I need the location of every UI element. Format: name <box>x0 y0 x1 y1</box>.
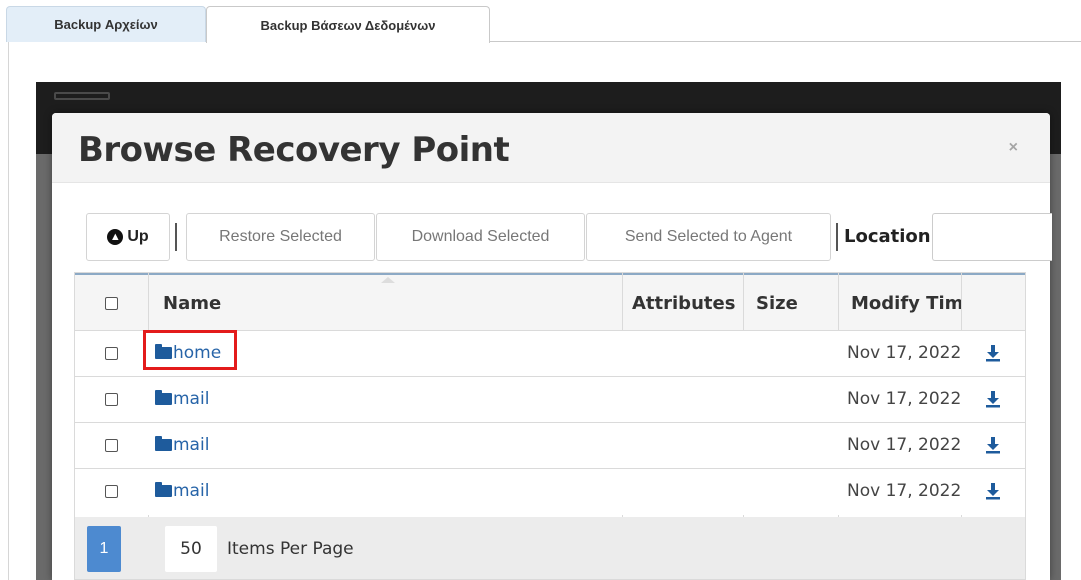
sort-arrow-icon[interactable] <box>381 277 395 283</box>
up-button-label: Up <box>127 228 149 245</box>
folder-link[interactable]: mail <box>155 481 209 501</box>
modify-time: Nov 17, 2022 <box>847 389 961 409</box>
column-header-name[interactable]: Name <box>163 293 221 314</box>
select-all-checkbox[interactable] <box>105 297 118 310</box>
page-button-current[interactable]: 1 <box>87 526 121 572</box>
column-header-attributes[interactable]: Attributes <box>632 293 735 314</box>
row-checkbox[interactable] <box>105 393 118 406</box>
folder-name: mail <box>173 481 210 501</box>
folder-name: mail <box>173 389 210 409</box>
modify-time: Nov 17, 2022 <box>847 343 961 363</box>
send-selected-to-agent-button[interactable]: Send Selected to Agent <box>586 213 831 261</box>
folder-icon <box>155 436 172 451</box>
close-icon[interactable]: × <box>1009 139 1018 157</box>
highlight-box <box>143 330 237 370</box>
toolbar-separator <box>836 223 838 251</box>
table-row[interactable]: mail Nov 17, 2022 <box>75 423 1025 469</box>
location-label: Location <box>844 226 931 247</box>
folder-icon <box>155 482 172 497</box>
download-selected-button[interactable]: Download Selected <box>376 213 585 261</box>
table-row[interactable]: mail Nov 17, 2022 <box>75 469 1025 515</box>
row-checkbox[interactable] <box>105 347 118 360</box>
pager: 1 50 Items Per Page <box>75 517 1025 579</box>
items-per-page-label: Items Per Page <box>227 539 354 559</box>
modify-time: Nov 17, 2022 <box>847 481 961 501</box>
row-checkbox[interactable] <box>105 485 118 498</box>
location-input[interactable] <box>932 213 1052 261</box>
items-per-page-select[interactable]: 50 <box>165 526 217 572</box>
menu-icon <box>54 92 110 100</box>
download-icon[interactable] <box>985 344 1001 362</box>
download-icon[interactable] <box>985 482 1001 500</box>
tab-file-backup[interactable]: Backup Αρχείων <box>6 6 206 42</box>
modal-title: Browse Recovery Point <box>78 130 510 170</box>
row-checkbox[interactable] <box>105 439 118 452</box>
folder-link[interactable]: mail <box>155 389 209 409</box>
modal-header: Browse Recovery Point × <box>52 113 1050 183</box>
toolbar-separator <box>175 223 177 251</box>
table-row[interactable]: mail Nov 17, 2022 <box>75 377 1025 423</box>
column-header-size[interactable]: Size <box>756 293 798 314</box>
panel-border <box>8 42 9 580</box>
download-icon[interactable] <box>985 390 1001 408</box>
restore-selected-button[interactable]: Restore Selected <box>186 213 375 261</box>
modify-time: Nov 17, 2022 <box>847 435 961 455</box>
grid-header: Name Attributes Size Modify Tim <box>75 273 1025 331</box>
file-grid: Name Attributes Size Modify Tim home Nov… <box>74 272 1026 580</box>
folder-link[interactable]: mail <box>155 435 209 455</box>
up-button[interactable]: ▲ Up <box>86 213 170 261</box>
download-icon[interactable] <box>985 436 1001 454</box>
arrow-up-circle-icon: ▲ <box>107 229 124 245</box>
tab-database-backup[interactable]: Backup Βάσεων Δεδομένων <box>206 6 490 43</box>
folder-icon <box>155 390 172 405</box>
folder-name: mail <box>173 435 210 455</box>
column-header-modify-time[interactable]: Modify Tim <box>851 293 961 314</box>
tab-bar: Backup Αρχείων Backup Βάσεων Δεδομένων <box>0 0 1081 43</box>
